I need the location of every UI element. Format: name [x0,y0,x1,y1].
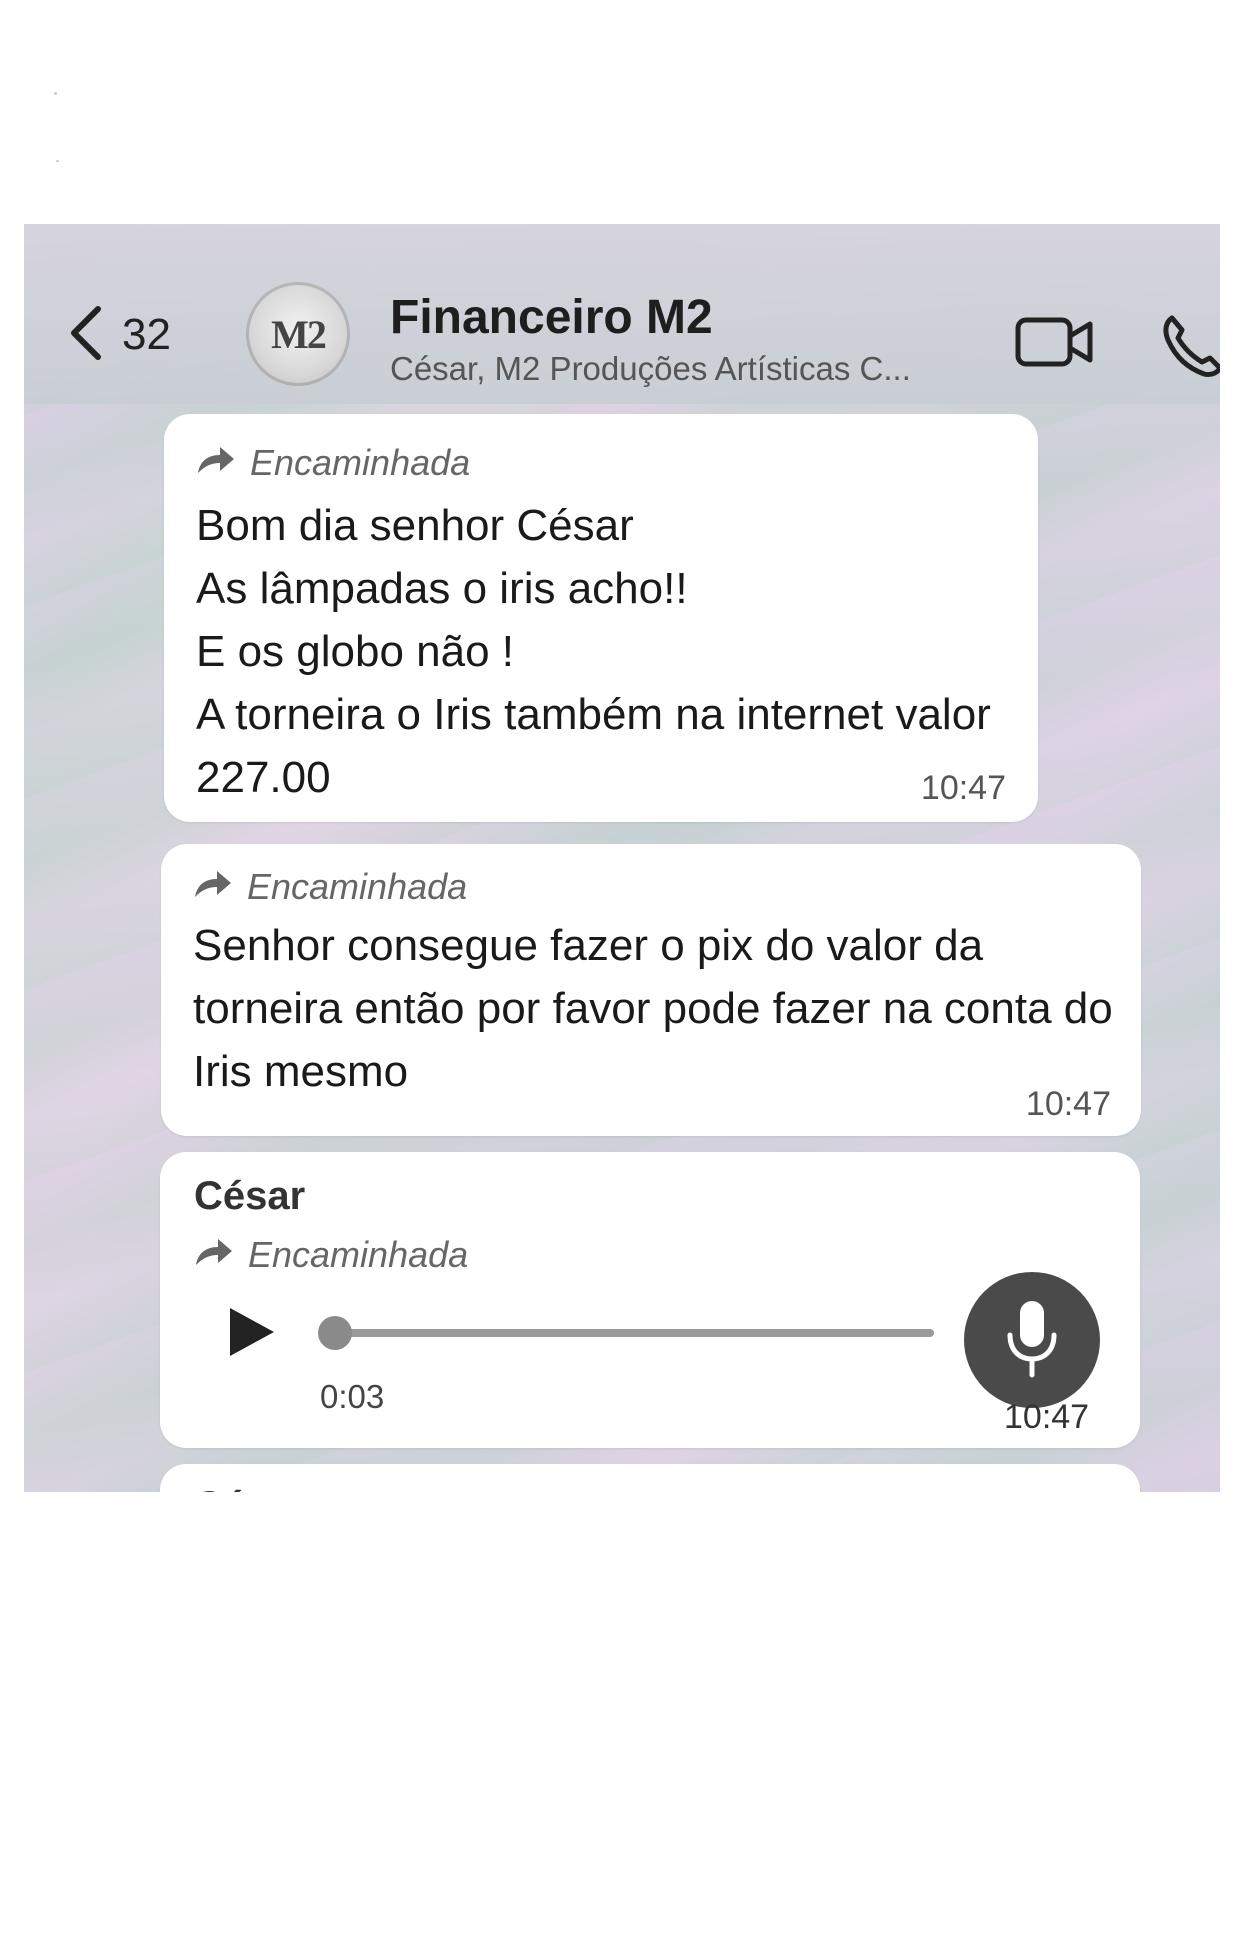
message-time: 10:47 [1025,1085,1111,1123]
audio-duration: 0:03 [320,1378,385,1415]
forwarded-text: Encaminhada [250,442,471,483]
sender-name: César [194,1484,305,1492]
back-button[interactable]: 32 [66,300,196,370]
message-bubble[interactable]: Encaminhada Bom dia senhor César As lâmp… [164,414,1038,822]
voice-message-bubble[interactable]: César Encaminhada 0:03 10:47 [160,1152,1140,1448]
play-button[interactable] [226,1304,278,1360]
video-camera-icon [1014,317,1096,376]
forwarded-text: Encaminhada [248,1234,469,1275]
chat-screenshot: 32 M2 Financeiro M2 César, M2 Produções … [24,224,1220,1492]
message-time: 10:47 [1004,1398,1090,1436]
unread-count: 32 [122,310,171,359]
forwarded-label: Encaminhada [193,866,467,908]
forward-arrow-icon [194,1234,248,1276]
message-time: 10:47 [920,769,1006,807]
forwarded-label: Encaminhada [194,1234,468,1276]
chat-header: 32 M2 Financeiro M2 César, M2 Produções … [24,224,1220,404]
audio-scrub-handle[interactable] [318,1316,352,1350]
phone-icon [1158,315,1220,384]
message-text: Bom dia senhor César As lâmpadas o iris … [196,501,991,802]
sender-name: César [194,1174,306,1218]
scan-speck [54,92,57,95]
voice-note-badge [964,1272,1100,1408]
audio-progress-track[interactable] [334,1329,934,1337]
video-call-button[interactable] [1014,312,1096,372]
message-text: Senhor consegue fazer o pix do valor da … [193,921,1113,1096]
group-avatar[interactable]: M2 [246,282,350,386]
scan-speck [56,160,59,162]
forward-arrow-icon [196,442,250,484]
voice-call-button[interactable] [1158,310,1220,380]
forward-arrow-icon [193,866,247,908]
chat-title[interactable]: Financeiro M2 [390,290,713,345]
message-bubble[interactable]: Encaminhada Senhor consegue fazer o pix … [161,844,1141,1136]
forwarded-text: Encaminhada [247,866,468,907]
forwarded-label: Encaminhada [196,442,470,484]
chat-participants[interactable]: César, M2 Produções Artísticas C... [390,350,990,388]
microphone-icon [1004,1297,1060,1384]
play-icon [226,1308,278,1364]
chevron-left-icon [66,303,106,368]
message-bubble[interactable]: César [160,1464,1140,1492]
